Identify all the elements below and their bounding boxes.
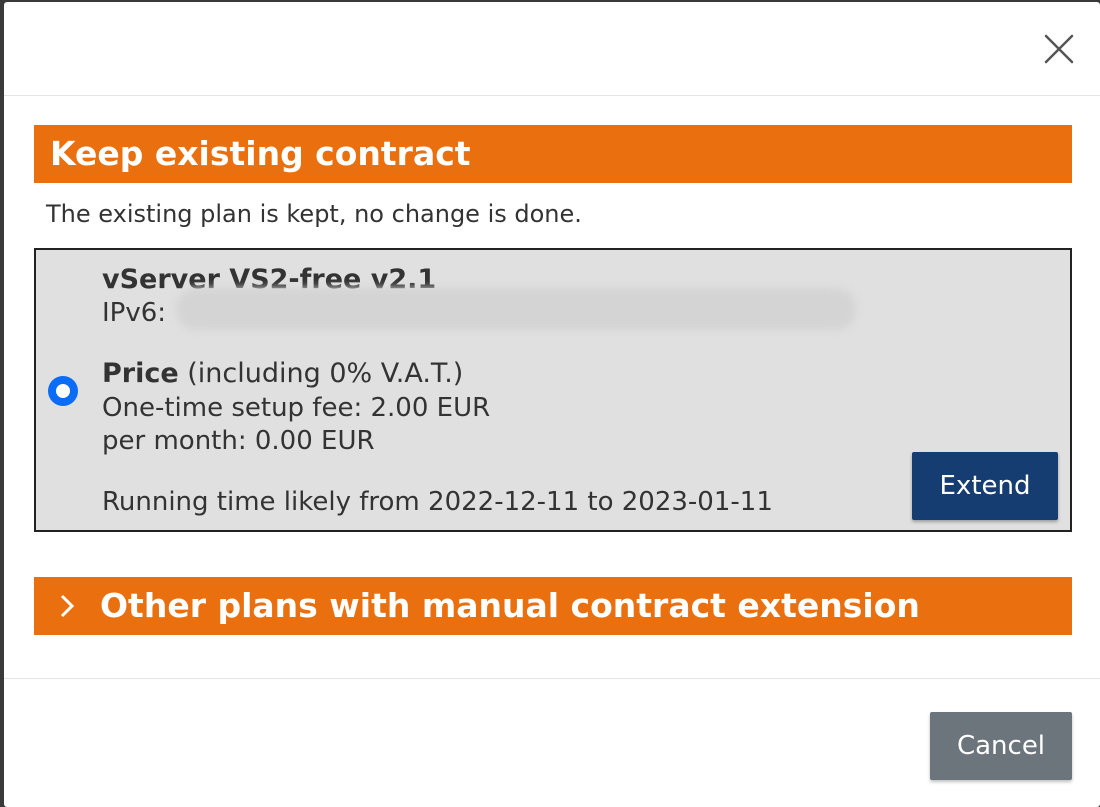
ipv6-redacted-value [176, 288, 856, 330]
keep-contract-header: Keep existing contract [34, 125, 1072, 183]
close-button[interactable] [1042, 32, 1076, 66]
cancel-button[interactable]: Cancel [930, 712, 1072, 780]
dialog-header [4, 2, 1100, 96]
keep-contract-description: The existing plan is kept, no change is … [46, 200, 582, 228]
plan-radio-button[interactable] [48, 376, 78, 406]
other-plans-title: Other plans with manual contract extensi… [100, 586, 920, 625]
chevron-right-icon [60, 594, 75, 618]
price-label: Price [102, 358, 179, 389]
ipv6-label: IPv6: [102, 298, 167, 328]
price-vat-note: (including 0% V.A.T.) [178, 358, 464, 389]
setup-fee: One-time setup fee: 2.00 EUR [102, 393, 491, 423]
plan-option-card[interactable]: vServer VS2-free v2.1 IPv6: Price (inclu… [34, 248, 1072, 532]
dialog: Keep existing contract The existing plan… [4, 2, 1100, 807]
footer-divider [4, 678, 1100, 679]
running-time: Running time likely from 2022-12-11 to 2… [102, 487, 773, 517]
extend-button[interactable]: Extend [912, 452, 1058, 520]
other-plans-header[interactable]: Other plans with manual contract extensi… [34, 577, 1072, 635]
close-icon [1044, 34, 1074, 64]
price-line: Price (including 0% V.A.T.) [102, 358, 463, 389]
monthly-fee: per month: 0.00 EUR [102, 426, 375, 456]
